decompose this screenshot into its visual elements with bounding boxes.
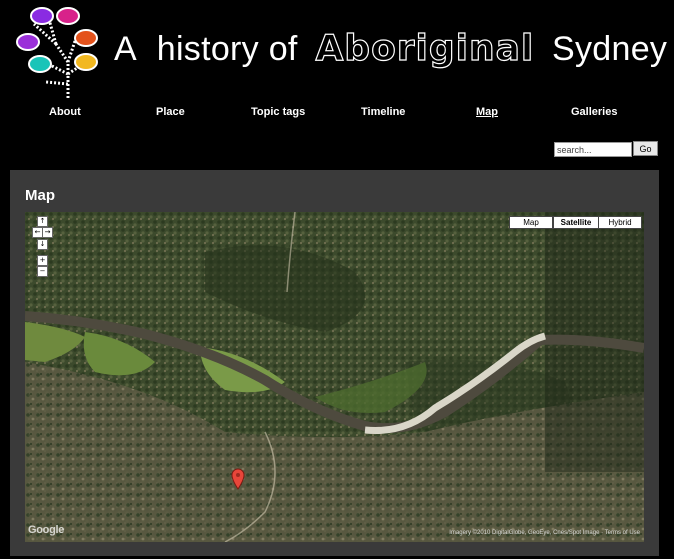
page-title: Map [25, 187, 55, 204]
site-title[interactable]: A history of Aboriginal Sydney [114, 27, 668, 78]
nav-place[interactable]: Place [156, 106, 185, 118]
map-type-hybrid-button[interactable]: Hybrid [598, 216, 642, 229]
nav-map[interactable]: Map [476, 106, 498, 118]
nav-topic-tags[interactable]: Topic tags [251, 106, 305, 118]
pan-down-button[interactable]: ↓ [37, 239, 48, 250]
site-title-a: A [114, 30, 137, 68]
pan-up-button[interactable]: ↑ [37, 216, 48, 227]
go-button[interactable]: Go [633, 141, 658, 156]
map-attribution[interactable]: Imagery ©2010 DigitalGlobe, GeoEye, Cnes… [449, 530, 640, 536]
satellite-map[interactable]: ↑ ← → ↓ + − Map Satellite Hybrid Google … [25, 212, 644, 542]
site-title-aboriginal: Aboriginal [315, 27, 535, 69]
search-input[interactable] [554, 142, 632, 157]
nav-about[interactable]: About [49, 106, 81, 118]
satellite-imagery [25, 212, 644, 542]
pan-right-button[interactable]: → [42, 227, 53, 238]
site-title-sydney: Sydney [552, 30, 668, 68]
nav-galleries[interactable]: Galleries [571, 106, 617, 118]
map-type-satellite-button[interactable]: Satellite [553, 216, 599, 229]
map-pin-icon[interactable] [231, 468, 245, 490]
map-type-map-button[interactable]: Map [509, 216, 553, 229]
site-title-history-of: history of [156, 30, 298, 68]
zoom-out-button[interactable]: − [37, 266, 48, 277]
nav-timeline[interactable]: Timeline [361, 106, 405, 118]
zoom-in-button[interactable]: + [37, 255, 48, 266]
google-logo[interactable]: Google [28, 524, 64, 536]
tree-logo-icon[interactable] [6, 2, 102, 100]
content-panel: Map ↑ ← → ↓ + − Map Satellite Hybrid Goo… [10, 170, 659, 556]
